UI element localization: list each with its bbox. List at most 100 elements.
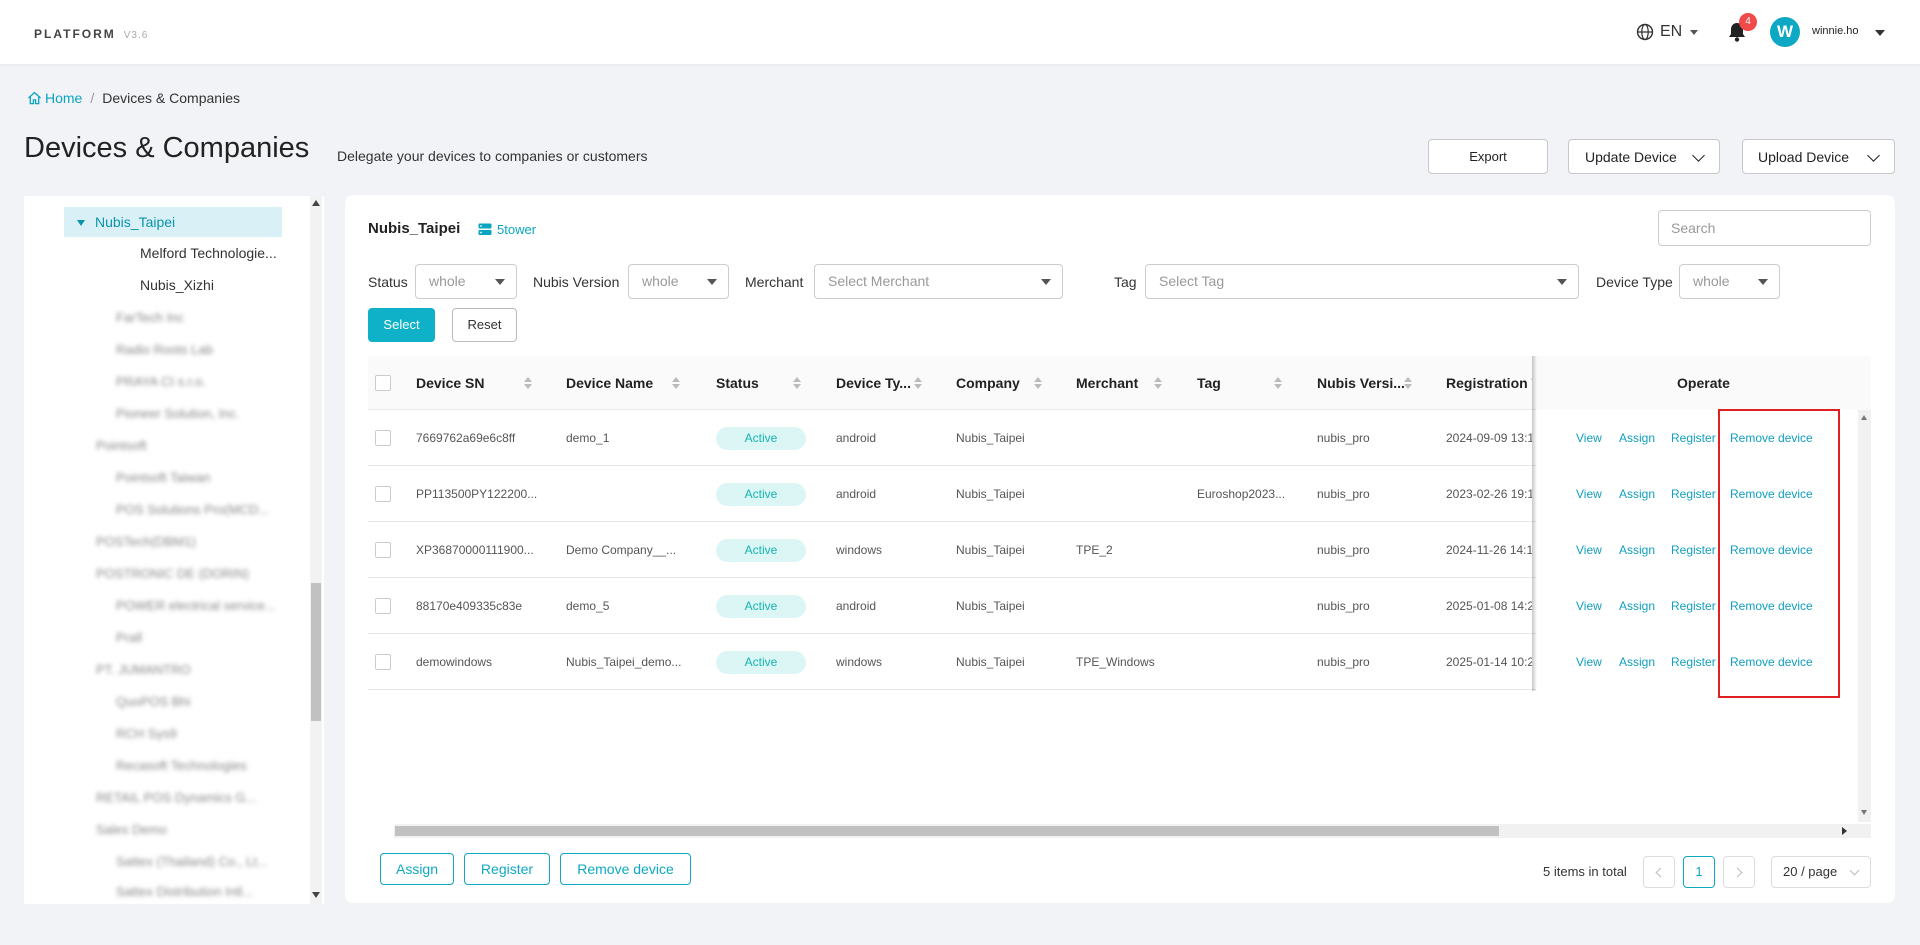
tree-item-obscured[interactable]: POSTech(DBM1) [24,526,284,556]
register-link[interactable]: Register [1671,466,1716,522]
tree-item-obscured[interactable]: Sattex (Thailand) Co., Lt... [24,846,284,876]
view-link[interactable]: View [1576,410,1602,466]
tree-item-obscured[interactable]: PRAYA CI s.r.o. [24,366,284,396]
view-link[interactable]: View [1576,522,1602,578]
breadcrumb-home-link[interactable]: Home [27,90,82,106]
assign-link[interactable]: Assign [1619,634,1655,690]
tree-item-child[interactable]: Nubis_Xizhi [24,270,284,300]
scroll-right-arrow-icon[interactable] [1842,827,1847,835]
register-link[interactable]: Register [1671,634,1716,690]
tree-item-obscured[interactable]: Pointsoft Taiwan [24,462,284,492]
column-header-device-name[interactable]: Device Name [566,356,653,410]
sidebar-scrollbar[interactable] [310,196,322,904]
column-header-status[interactable]: Status [716,356,759,410]
page-size-select[interactable]: 20 / page [1771,856,1871,888]
cell-device-name: Nubis_Taipei_demo... [566,655,682,669]
sort-icon[interactable] [1154,377,1162,390]
assign-link[interactable]: Assign [1619,410,1655,466]
column-header-device-type[interactable]: Device Ty... [836,356,911,410]
sort-icon[interactable] [524,377,532,390]
assign-link[interactable]: Assign [1619,466,1655,522]
tree-item-obscured[interactable]: RETAIL POS Dynamics G... [24,782,284,812]
table-vertical-scrollbar[interactable] [1858,410,1871,822]
column-header-device-sn[interactable]: Device SN [416,356,484,410]
select-button[interactable]: Select [368,308,435,342]
tree-item-obscured[interactable]: Sattex Distribution Intl... [24,876,284,904]
tree-item-obscured[interactable]: Recasoft Technologies [24,750,284,780]
tree-item-selected[interactable]: Nubis_Taipei [64,207,282,237]
scroll-down-arrow-icon[interactable] [312,892,320,898]
bulk-assign-button[interactable]: Assign [380,853,454,885]
username[interactable]: winnie.ho [1812,25,1858,37]
tree-item-obscured[interactable]: POSTRONIC DE (DORIN) [24,558,284,588]
previous-page-button[interactable] [1643,856,1675,888]
status-badge: Active [716,483,806,506]
sort-icon[interactable] [672,377,680,390]
tree-item-obscured[interactable]: RCH Sys9 [24,718,284,748]
tree-item-obscured[interactable]: POS Solutions Pro(MCD... [24,494,284,524]
bulk-remove-device-button[interactable]: Remove device [560,853,691,885]
sidebar-scroll-thumb[interactable] [311,583,321,721]
tree-item-obscured[interactable]: PT. JUMANTRO [24,654,284,684]
cell-registration-time: 2024-09-09 13:1 [1446,431,1532,445]
scroll-down-arrow-icon[interactable] [1861,810,1867,815]
tree-item-obscured[interactable]: Pointsoft [24,430,284,460]
register-link[interactable]: Register [1671,578,1716,634]
select-all-checkbox[interactable] [375,375,391,391]
tree-item-obscured[interactable]: POWER electrical service... [24,590,284,620]
page-number-current[interactable]: 1 [1683,856,1715,888]
row-checkbox[interactable] [375,430,391,446]
upload-device-button[interactable]: Upload Device [1742,139,1895,174]
tree-item-obscured[interactable]: FarTech Inc [24,302,284,332]
tree-item-obscured[interactable]: Radio Roots Lab [24,334,284,364]
avatar[interactable]: W [1770,17,1800,47]
user-menu-caret-icon[interactable] [1875,30,1885,36]
row-checkbox[interactable] [375,542,391,558]
table-horizontal-scroll-thumb[interactable] [395,826,1499,836]
tree-item-obscured[interactable]: Prall [24,622,284,652]
column-header-registration-time[interactable]: Registration T [1446,356,1532,410]
row-checkbox[interactable] [375,654,391,670]
status-filter-select[interactable]: whole [415,264,517,299]
tower-link[interactable]: 5tower [478,222,536,237]
sort-icon[interactable] [793,377,801,390]
tree-item-label: Pointsoft Taiwan [116,470,211,485]
view-link[interactable]: View [1576,578,1602,634]
column-header-tag[interactable]: Tag [1197,356,1221,410]
assign-link[interactable]: Assign [1619,522,1655,578]
column-header-company[interactable]: Company [956,356,1020,410]
tree-item-obscured[interactable]: Sales Demo [24,814,284,844]
row-checkbox[interactable] [375,486,391,502]
reset-button[interactable]: Reset [452,308,517,342]
register-link[interactable]: Register [1671,410,1716,466]
tree-item-obscured[interactable]: Pioneer Solution, Inc. [24,398,284,428]
register-link[interactable]: Register [1671,522,1716,578]
cell-nubis-version: nubis_pro [1317,543,1370,557]
column-header-nubis-version[interactable]: Nubis Versi... [1317,356,1405,410]
merchant-filter-select[interactable]: Select Merchant [814,264,1063,299]
tree-item-child[interactable]: Melford Technologie... [24,238,284,268]
language-selector[interactable]: EN [1636,21,1699,43]
sort-icon[interactable] [914,377,922,390]
chevron-right-icon [1732,867,1743,878]
export-button[interactable]: Export [1428,139,1548,174]
sort-icon[interactable] [1274,377,1282,390]
view-link[interactable]: View [1576,634,1602,690]
cell-device-sn: 88170e409335c83e [416,599,523,613]
view-link[interactable]: View [1576,466,1602,522]
next-page-button[interactable] [1723,856,1755,888]
bulk-register-button[interactable]: Register [464,853,550,885]
tag-filter-select[interactable]: Select Tag [1145,264,1579,299]
scroll-up-arrow-icon[interactable] [1861,415,1867,420]
update-device-button[interactable]: Update Device [1568,139,1720,174]
row-checkbox[interactable] [375,598,391,614]
nubis-version-filter-select[interactable]: whole [628,264,729,299]
device-type-filter-select[interactable]: whole [1679,264,1780,299]
sort-icon[interactable] [1404,377,1412,390]
search-input[interactable] [1658,210,1871,246]
assign-link[interactable]: Assign [1619,578,1655,634]
sort-icon[interactable] [1034,377,1042,390]
tree-item-obscured[interactable]: QuoPOS Bhi [24,686,284,716]
scroll-up-arrow-icon[interactable] [312,200,320,206]
column-header-merchant[interactable]: Merchant [1076,356,1138,410]
